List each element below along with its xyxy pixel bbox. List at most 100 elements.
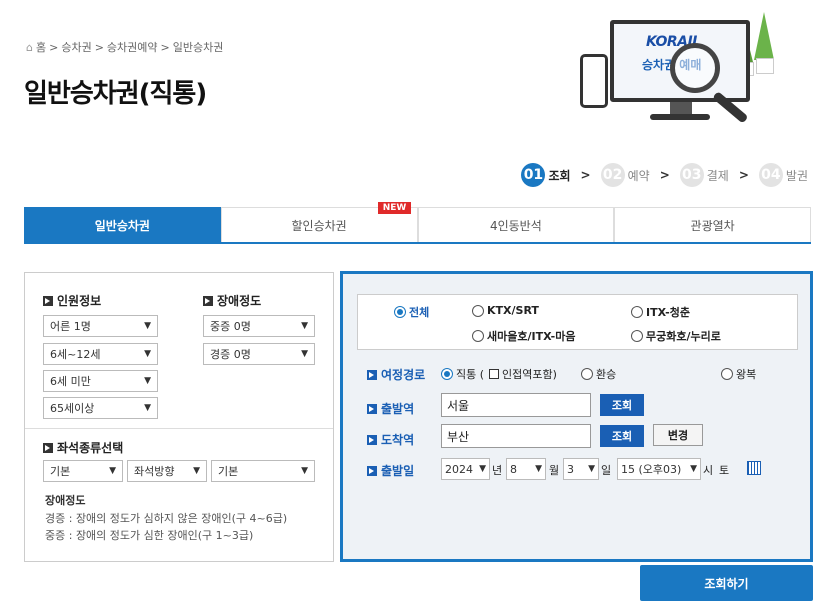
radio-train-mugunghwa[interactable]: 무궁화호/누리로 [631, 328, 721, 344]
radio-train-itx-cheongchun[interactable]: ITX-청춘 [631, 304, 690, 320]
new-badge: NEW [377, 202, 412, 214]
seat-title-text: 좌석종류선택 [57, 441, 124, 455]
hero-illustration: KORAIL 승차권 예매 [580, 8, 780, 128]
step-label: 예약 [627, 168, 650, 183]
page-title: 일반승차권(직통) [24, 79, 207, 109]
search-panel: 전체 KTX/SRT ITX-청춘 새마을호/ITX-마음 무궁화호/누리로 여… [340, 271, 813, 562]
tab-four-seat[interactable]: 4인동반석 [417, 207, 615, 242]
radio-icon [394, 306, 406, 318]
hour-select[interactable]: 15 (오후03) ▼ [617, 458, 701, 480]
radio-route-round[interactable]: 왕복 [721, 366, 756, 382]
swap-stations-button[interactable]: 변경 [653, 424, 703, 446]
radio-route-direct[interactable]: 직통 ( 인접역포함) [441, 366, 557, 382]
arrive-station-input[interactable]: 부산 [441, 424, 591, 448]
magnifier-icon [670, 43, 720, 93]
seat-direction-select[interactable]: 좌석방향 ▼ [127, 460, 207, 482]
select-value: 2024 [445, 462, 473, 476]
radio-icon [581, 368, 593, 380]
depart-label: 출발역 [367, 400, 414, 417]
bullet-icon [367, 465, 377, 476]
select-value: 6세~12세 [50, 348, 101, 361]
select-value: 중증 0명 [210, 320, 251, 333]
select-value: 기본 [218, 465, 239, 478]
bullet-icon [43, 295, 53, 306]
radio-route-transfer[interactable]: 환승 [581, 366, 616, 382]
severe-count-select[interactable]: 중증 0명 ▼ [203, 315, 315, 337]
step-issue: 04 발권 [758, 163, 808, 187]
weekday-text: 토 [719, 464, 730, 477]
disability-section-title: 장애정도 [203, 292, 261, 309]
progress-steps: 01 조회 > 02 예약 > 03 결제 > 04 발권 [521, 163, 808, 187]
chevron-down-icon: ▼ [301, 349, 308, 359]
depart-lookup-button[interactable]: 조회 [600, 394, 644, 416]
breadcrumb-home[interactable]: 홈 [36, 39, 46, 55]
tab-discount-ticket[interactable]: 할인승차권 NEW [220, 202, 418, 242]
arrive-lookup-button[interactable]: 조회 [600, 425, 644, 447]
hour-unit: 시 [703, 464, 714, 477]
checkbox-label: 인접역포함) [502, 368, 557, 381]
year-select[interactable]: 2024 ▼ [441, 458, 490, 480]
breadcrumb-item[interactable]: 승차권 [61, 39, 91, 55]
search-trains-button[interactable]: 조회하기 [640, 565, 813, 601]
child-count-select[interactable]: 6세~12세 ▼ [43, 343, 158, 365]
tab-general-ticket[interactable]: 일반승차권 [24, 207, 221, 242]
train-type-box: 전체 KTX/SRT ITX-청춘 새마을호/ITX-마음 무궁화호/누리로 [357, 294, 798, 350]
mild-count-select[interactable]: 경증 0명 ▼ [203, 343, 315, 365]
step-number: 03 [679, 163, 704, 187]
select-value: 15 (오후03) [621, 463, 682, 476]
calendar-icon[interactable] [747, 461, 761, 475]
seat-type-select[interactable]: 기본 ▼ [43, 460, 123, 482]
step-number: 02 [600, 163, 625, 187]
adjacent-station-checkbox[interactable] [489, 369, 500, 379]
chevron-down-icon: ▼ [588, 464, 595, 474]
route-label: 여정경로 [367, 366, 425, 383]
radio-label: 무궁화호/누리로 [646, 330, 721, 343]
note-severe: 중증 : 장애의 정도가 심한 장애인(구 1~3급) [45, 529, 254, 542]
step-separator: > [738, 168, 749, 182]
adult-count-select[interactable]: 어른 1명 ▼ [43, 315, 158, 337]
chevron-down-icon: ▼ [479, 464, 486, 474]
breadcrumb-separator: > [160, 40, 170, 54]
tab-label: 할인승차권 [291, 218, 347, 233]
home-icon[interactable]: ⌂ [26, 41, 33, 54]
chevron-down-icon: ▼ [535, 464, 542, 474]
radio-label: 직통 ( [456, 368, 485, 381]
seat-section-title: 좌석종류선택 [43, 439, 123, 456]
bullet-icon [367, 403, 377, 414]
step-separator: > [580, 168, 591, 182]
note-title: 장애정도 [45, 494, 86, 507]
senior-count-select[interactable]: 65세이상 ▼ [43, 397, 158, 419]
step-separator: > [659, 168, 670, 182]
step-reserve: 02 예약 [600, 163, 650, 187]
chevron-down-icon: ▼ [144, 376, 151, 386]
radio-label: ITX-청춘 [646, 306, 690, 319]
tab-tour-train[interactable]: 관광열차 [614, 207, 811, 242]
depart-station-input[interactable]: 서울 [441, 393, 591, 417]
step-lookup: 01 조회 [521, 163, 571, 187]
note-mild: 경증 : 장애의 정도가 심하지 않은 장애인(구 4~6급) [45, 512, 288, 525]
toddler-count-select[interactable]: 6세 미만 ▼ [43, 370, 158, 392]
seat-option-select[interactable]: 기본 ▼ [211, 460, 315, 482]
chevron-down-icon: ▼ [301, 321, 308, 331]
month-select[interactable]: 8 ▼ [506, 458, 546, 480]
phone-icon [580, 54, 608, 108]
breadcrumb-item[interactable]: 승차권예약 [107, 39, 158, 55]
chevron-down-icon: ▼ [109, 466, 116, 476]
radio-train-saemaeul[interactable]: 새마을호/ITX-마음 [472, 328, 575, 344]
radio-icon [472, 304, 484, 317]
radio-train-ktx[interactable]: KTX/SRT [472, 304, 539, 317]
step-number: 04 [758, 163, 783, 187]
radio-icon [631, 330, 643, 342]
date-label: 출발일 [367, 462, 414, 479]
passenger-panel: 인원정보 장애정도 어른 1명 ▼ 중증 0명 ▼ 6세~12세 ▼ 경증 0명 ▼ 6… [24, 272, 334, 562]
plant-icon [754, 12, 774, 60]
bullet-icon [367, 434, 377, 445]
breadcrumb-item[interactable]: 일반승차권 [173, 39, 224, 55]
step-payment: 03 결제 [679, 163, 729, 187]
select-value: 경증 0명 [210, 348, 251, 361]
label-text: 여정경로 [381, 368, 426, 382]
radio-train-all[interactable]: 전체 [394, 304, 429, 320]
select-value: 어른 1명 [50, 320, 91, 333]
bullet-icon [43, 442, 53, 453]
day-select[interactable]: 3 ▼ [563, 458, 599, 480]
